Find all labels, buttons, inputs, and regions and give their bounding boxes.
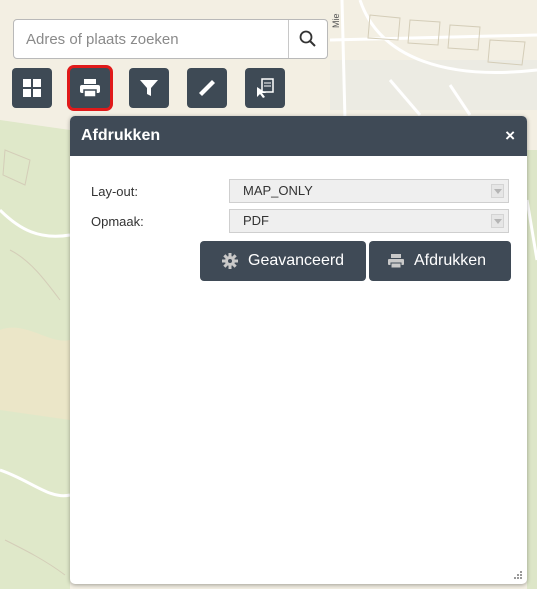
print-button[interactable]: Afdrukken	[369, 241, 511, 281]
format-label: Opmaak:	[91, 214, 144, 229]
filter-button[interactable]	[129, 68, 169, 108]
ruler-icon	[199, 80, 215, 96]
filter-icon	[140, 80, 158, 96]
printer-icon	[80, 79, 100, 98]
close-icon[interactable]: ×	[505, 116, 515, 156]
format-select[interactable]: PDF	[229, 209, 509, 233]
search-icon	[299, 30, 316, 47]
panel-header: Afdrukken ×	[70, 116, 527, 156]
printer-icon	[388, 253, 404, 269]
layers-button[interactable]	[12, 68, 52, 108]
advanced-button-label: Geavanceerd	[248, 252, 345, 269]
print-button-label: Afdrukken	[414, 252, 487, 269]
print-panel: Afdrukken × Lay-out: MAP_ONLY Opmaak: PD…	[70, 116, 527, 584]
resize-handle-icon[interactable]	[513, 570, 523, 580]
identify-icon	[257, 78, 274, 98]
print-tool-button[interactable]	[70, 68, 110, 108]
chevron-down-icon	[491, 214, 504, 228]
search-input[interactable]	[14, 20, 289, 58]
grid-icon	[23, 79, 41, 97]
search-box	[13, 19, 328, 59]
search-button[interactable]	[288, 20, 327, 58]
layout-select-value: MAP_ONLY	[243, 183, 313, 198]
chevron-down-icon	[491, 184, 504, 198]
gear-icon	[222, 253, 238, 269]
panel-title: Afdrukken	[81, 127, 161, 144]
measure-button[interactable]	[187, 68, 227, 108]
street-label: Mie	[331, 13, 341, 28]
identify-button[interactable]	[245, 68, 285, 108]
layout-select[interactable]: MAP_ONLY	[229, 179, 509, 203]
format-select-value: PDF	[243, 213, 269, 228]
advanced-button[interactable]: Geavanceerd	[200, 241, 366, 281]
layout-label: Lay-out:	[91, 184, 138, 199]
